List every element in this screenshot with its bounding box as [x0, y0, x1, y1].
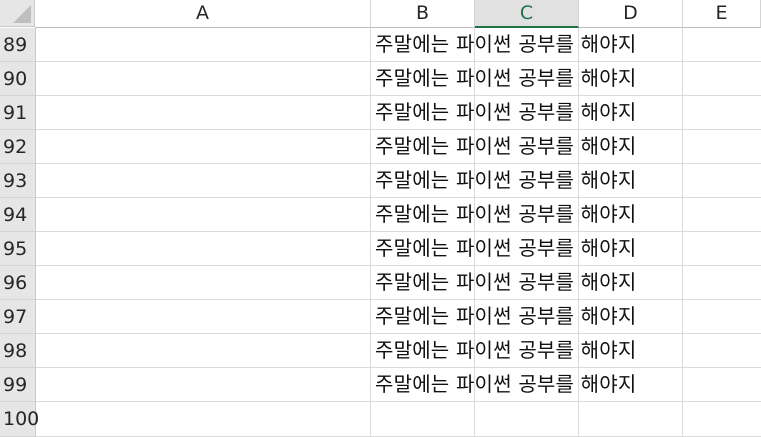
row-header[interactable]: 97 [0, 300, 36, 334]
row-header[interactable]: 94 [0, 198, 36, 232]
table-row[interactable]: 주말에는 파이썬 공부를 해야지 [36, 368, 761, 402]
table-row[interactable]: 주말에는 파이썬 공부를 해야지 [36, 266, 761, 300]
table-row[interactable]: 주말에는 파이썬 공부를 해야지 [36, 232, 761, 266]
row-header[interactable]: 90 [0, 62, 36, 96]
row-header[interactable]: 91 [0, 96, 36, 130]
cell-b92[interactable]: 주말에는 파이썬 공부를 해야지 [375, 130, 636, 163]
cell-b89[interactable]: 주말에는 파이썬 공부를 해야지 [375, 28, 636, 61]
table-row[interactable]: 주말에는 파이썬 공부를 해야지 [36, 28, 761, 62]
table-row[interactable]: 주말에는 파이썬 공부를 해야지 [36, 300, 761, 334]
row-header[interactable]: 92 [0, 130, 36, 164]
select-all-button[interactable] [0, 0, 35, 27]
column-header-b[interactable]: B [371, 0, 475, 28]
table-row[interactable]: 주말에는 파이썬 공부를 해야지 [36, 130, 761, 164]
row-header[interactable]: 89 [0, 28, 36, 62]
row-header[interactable]: 99 [0, 368, 36, 402]
table-row[interactable]: 주말에는 파이썬 공부를 해야지 [36, 198, 761, 232]
row-header[interactable]: 95 [0, 232, 36, 266]
row-header[interactable]: 98 [0, 334, 36, 368]
select-all-triangle-icon [13, 5, 31, 23]
cell-b91[interactable]: 주말에는 파이썬 공부를 해야지 [375, 96, 636, 129]
table-row[interactable]: 주말에는 파이썬 공부를 해야지 [36, 164, 761, 198]
cell-b97[interactable]: 주말에는 파이썬 공부를 해야지 [375, 300, 636, 333]
cell-b98[interactable]: 주말에는 파이썬 공부를 해야지 [375, 334, 636, 367]
column-header-d[interactable]: D [579, 0, 683, 28]
table-row[interactable] [36, 402, 761, 437]
cell-b96[interactable]: 주말에는 파이썬 공부를 해야지 [375, 266, 636, 299]
row-header[interactable]: 93 [0, 164, 36, 198]
row-header[interactable]: 100 [0, 402, 39, 437]
table-row[interactable]: 주말에는 파이썬 공부를 해야지 [36, 334, 761, 368]
table-row[interactable]: 주말에는 파이썬 공부를 해야지 [36, 62, 761, 96]
spreadsheet-grid[interactable]: A B C D E 89 주말에는 파이썬 공부를 해야지 90 주말에는 파이… [0, 0, 761, 437]
table-row[interactable]: 주말에는 파이썬 공부를 해야지 [36, 96, 761, 130]
cell-b93[interactable]: 주말에는 파이썬 공부를 해야지 [375, 164, 636, 197]
column-header-a[interactable]: A [35, 0, 371, 28]
column-header-c[interactable]: C [475, 0, 579, 28]
cell-b99[interactable]: 주말에는 파이썬 공부를 해야지 [375, 368, 636, 401]
column-header-row: A B C D E [0, 0, 761, 28]
cell-b94[interactable]: 주말에는 파이썬 공부를 해야지 [375, 198, 636, 231]
cell-b95[interactable]: 주말에는 파이썬 공부를 해야지 [375, 232, 636, 265]
column-header-e[interactable]: E [683, 0, 761, 28]
cell-b90[interactable]: 주말에는 파이썬 공부를 해야지 [375, 62, 636, 95]
row-header[interactable]: 96 [0, 266, 36, 300]
